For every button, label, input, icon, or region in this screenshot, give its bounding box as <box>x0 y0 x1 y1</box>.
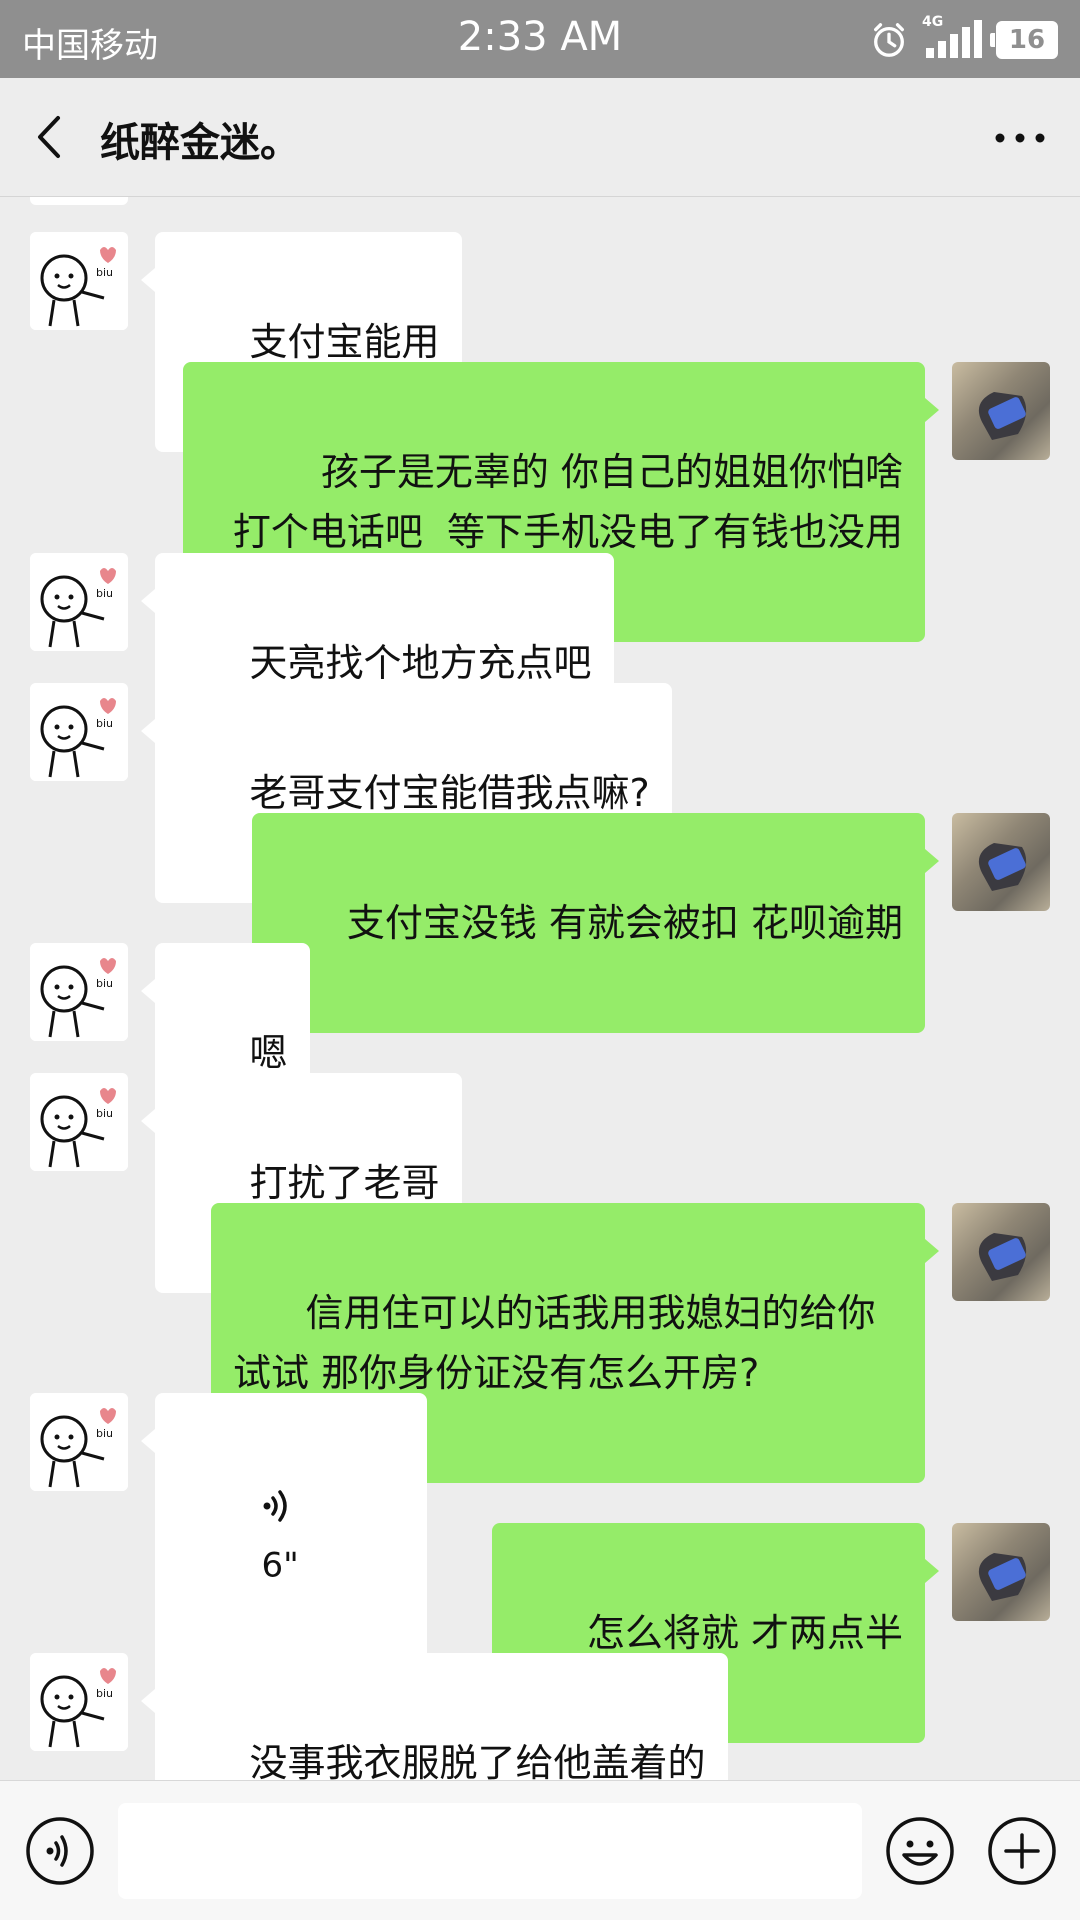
message-bubble-received[interactable]: 没事我衣服脱了给他盖着的 <box>141 1653 728 1780</box>
more-options-icon[interactable] <box>990 118 1050 158</box>
chat-screen: 中国移动 2:33 AM 4G 16 纸醉金迷。 biu 支付宝能用 孩子是无辜… <box>0 0 1080 1920</box>
contact-avatar[interactable]: biu <box>30 683 128 781</box>
contact-avatar[interactable]: biu <box>30 553 128 651</box>
input-bar <box>0 1780 1080 1920</box>
cellular-signal-icon: 4G <box>922 14 982 60</box>
cartoon-avatar-icon: biu <box>30 683 128 781</box>
svg-text:biu: biu <box>96 1107 113 1120</box>
photo-avatar-icon <box>978 843 1027 891</box>
alarm-icon <box>874 23 904 57</box>
message-text: 没事我衣服脱了给他盖着的 <box>249 1741 706 1780</box>
svg-text:biu: biu <box>96 1427 113 1440</box>
cartoon-avatar-icon: biu <box>30 232 128 330</box>
voice-input-button[interactable] <box>24 1815 96 1887</box>
message-text: 老哥支付宝能借我点嘛? <box>249 771 650 815</box>
contact-avatar[interactable]: biu <box>30 232 128 330</box>
svg-text:biu: biu <box>96 266 113 279</box>
contact-avatar[interactable]: biu <box>30 1653 128 1751</box>
message-text: 支付宝没钱 有就会被扣 花呗逾期 <box>346 901 903 945</box>
svg-text:biu: biu <box>96 1687 113 1700</box>
contact-avatar[interactable]: biu <box>30 1073 128 1171</box>
cartoon-avatar-icon: biu <box>30 1073 128 1171</box>
my-avatar[interactable] <box>952 362 1050 460</box>
svg-text:biu: biu <box>96 587 113 600</box>
photo-avatar-icon <box>978 1553 1027 1601</box>
message-text: 孩子是无辜的 你自己的姐姐你怕啥 打个电话吧 等下手机没电了有钱也没用 <box>232 450 916 554</box>
message-text: 支付宝能用 <box>249 320 440 364</box>
message-input[interactable] <box>118 1803 862 1899</box>
my-avatar[interactable] <box>952 1203 1050 1301</box>
cartoon-avatar-icon: biu <box>30 943 128 1041</box>
contact-avatar[interactable] <box>30 197 128 205</box>
back-arrow-icon[interactable] <box>26 112 76 162</box>
message-text: 天亮找个地方充点吧 <box>249 641 592 685</box>
photo-avatar-icon <box>978 392 1027 440</box>
battery-icon: 16 <box>990 21 1058 59</box>
chat-title: 纸醉金迷。 <box>100 120 300 166</box>
cartoon-avatar-icon: biu <box>30 1393 128 1491</box>
message-text: 信用住可以的话我用我媳妇的给你试试 那你身份证没有怎么开房? <box>233 1291 876 1395</box>
contact-avatar[interactable]: biu <box>30 1393 128 1491</box>
message-bubble-sent[interactable]: 支付宝没钱 有就会被扣 花呗逾期 <box>252 813 939 1033</box>
photo-avatar-icon <box>978 1233 1027 1281</box>
message-text: 打扰了老哥 <box>249 1161 440 1205</box>
message-list[interactable]: biu 支付宝能用 孩子是无辜的 你自己的姐姐你怕啥 打个电话吧 等下手机没电了… <box>0 197 1080 1780</box>
more-functions-plus-icon[interactable] <box>986 1815 1058 1887</box>
network-type: 4G <box>922 14 944 30</box>
voice-duration: 6" <box>261 1545 299 1586</box>
voice-message-bubble[interactable]: 6" <box>141 1393 427 1676</box>
chat-header: 纸醉金迷。 <box>0 78 1080 197</box>
status-bar: 中国移动 2:33 AM 4G 16 <box>0 0 1080 78</box>
voice-wave-icon <box>263 1489 288 1522</box>
emoji-button[interactable] <box>884 1815 956 1887</box>
svg-text:biu: biu <box>96 717 113 730</box>
my-avatar[interactable] <box>952 1523 1050 1621</box>
svg-text:biu: biu <box>96 977 113 990</box>
message-text: 怎么将就 才两点半 <box>586 1611 903 1655</box>
cartoon-avatar-icon: biu <box>30 553 128 651</box>
cartoon-avatar-icon: biu <box>30 1653 128 1751</box>
my-avatar[interactable] <box>952 813 1050 911</box>
status-icons: 4G 16 <box>870 14 1058 62</box>
message-text: 嗯 <box>249 1031 288 1075</box>
contact-avatar[interactable]: biu <box>30 943 128 1041</box>
